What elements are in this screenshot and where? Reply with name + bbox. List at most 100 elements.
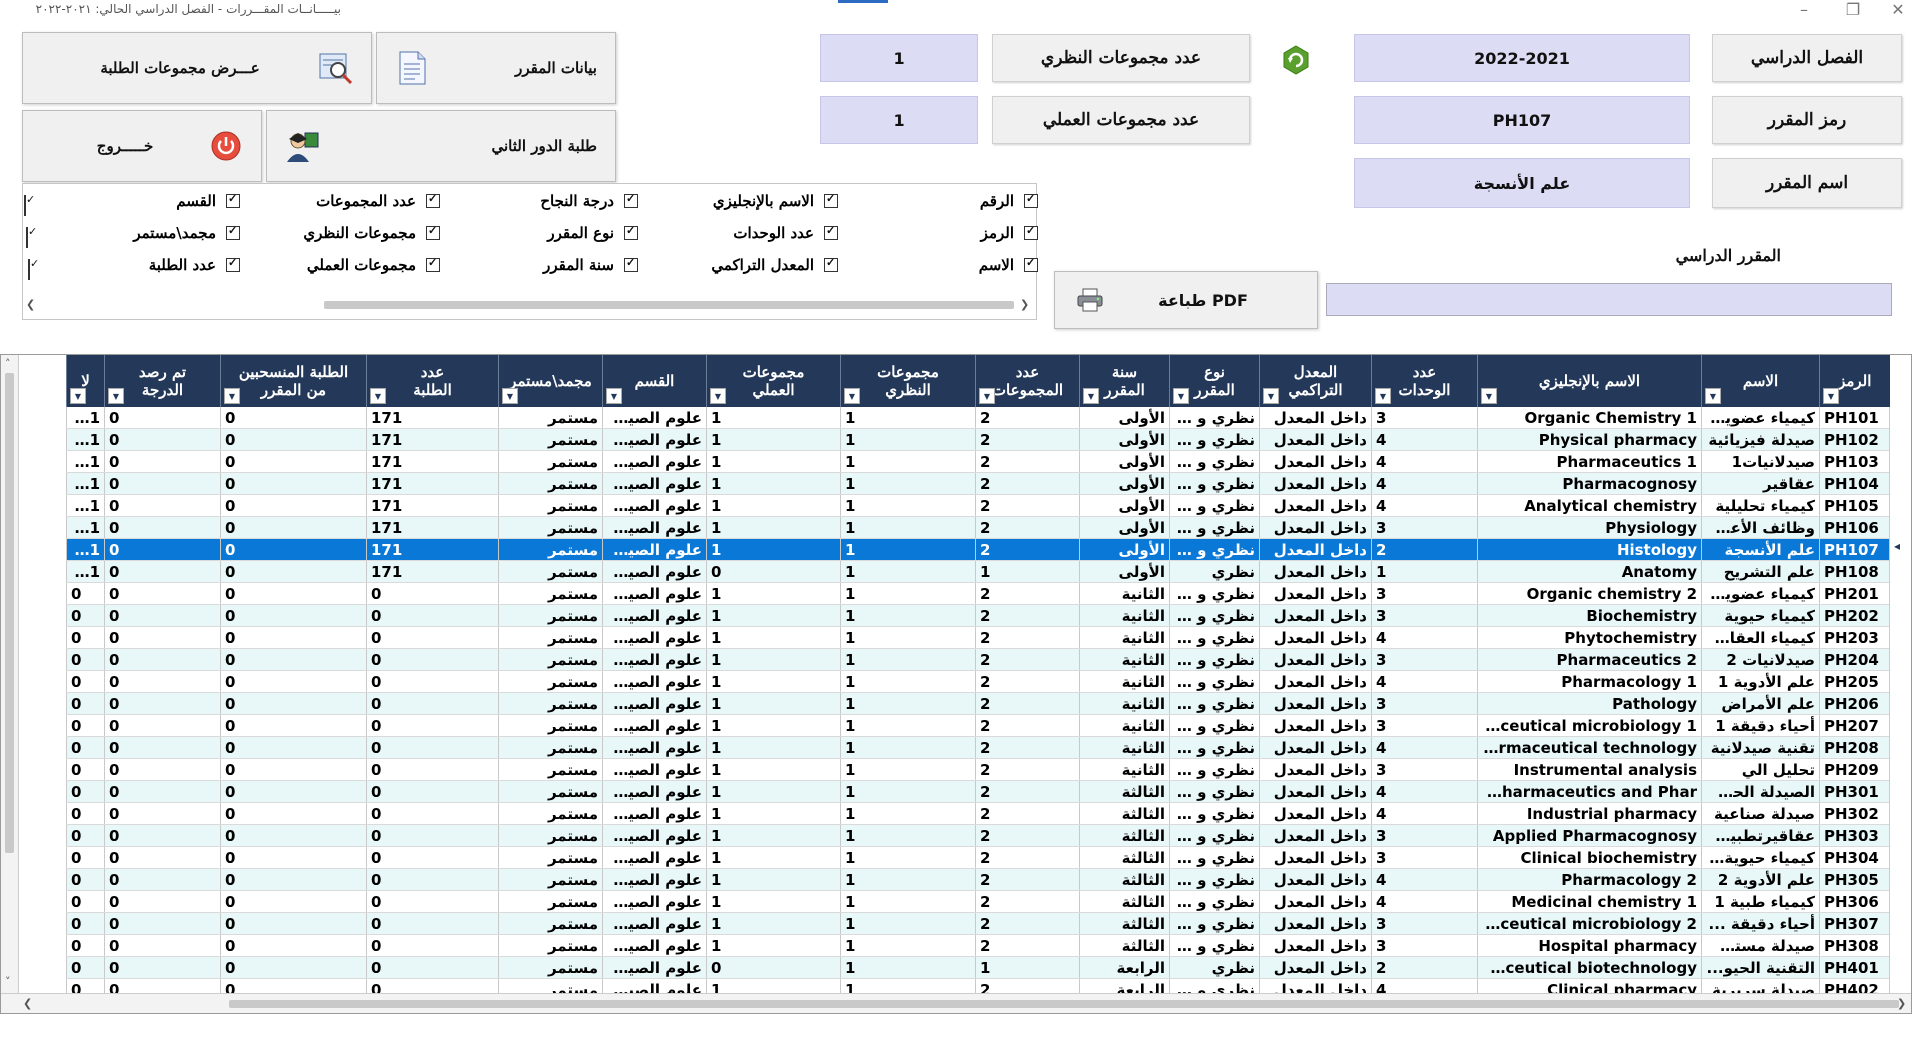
- table-cell[interactable]: 1: [706, 846, 841, 869]
- table-cell[interactable]: عقاقيرتطبيقية: [1701, 824, 1820, 847]
- table-cell[interactable]: 0: [104, 582, 221, 605]
- checkbox-check-icon[interactable]: [426, 224, 440, 240]
- filter-dropdown-icon[interactable]: ▼: [370, 388, 386, 404]
- table-cell[interactable]: تحليل الي: [1701, 758, 1820, 781]
- table-cell[interactable]: 1: [840, 538, 976, 561]
- table-cell[interactable]: 0: [66, 648, 105, 671]
- column-header[interactable]: عدد الوحدات ▼: [1371, 355, 1478, 407]
- table-cell[interactable]: 2: [975, 824, 1080, 847]
- table-cell[interactable]: علم التشريح: [1701, 560, 1820, 583]
- table-row[interactable]: PH104 عقاقير Pharmacognosy 4 داخل المعدل نظري…: [66, 472, 1890, 495]
- column-toggle-checkbox[interactable]: عدد الوحدات: [733, 224, 838, 242]
- table-cell[interactable]: مستمر: [498, 538, 603, 561]
- checkbox-check-icon[interactable]: [226, 256, 240, 272]
- table-cell[interactable]: علوم الصيدلة: [602, 868, 707, 891]
- column-header[interactable]: لا ▼: [66, 355, 105, 407]
- table-cell[interactable]: PH301: [1819, 780, 1890, 803]
- table-cell[interactable]: داخل المعدل: [1259, 626, 1372, 649]
- column-toggle-checkbox[interactable]: المعدل التراكمي: [711, 256, 838, 274]
- table-cell[interactable]: Analytical chemistry: [1477, 494, 1702, 517]
- filter-dropdown-icon[interactable]: ▼: [979, 388, 995, 404]
- filter-dropdown-icon[interactable]: ▼: [70, 388, 86, 404]
- table-cell[interactable]: 1: [706, 934, 841, 957]
- checkbox-check-icon[interactable]: [624, 192, 638, 208]
- table-cell[interactable]: نظري و عملي: [1169, 670, 1260, 693]
- table-cell[interactable]: علم الأنسجة: [1701, 538, 1820, 561]
- filter-dropdown-icon[interactable]: ▼: [1083, 388, 1099, 404]
- table-cell[interactable]: أحياء دقيقة ...: [1701, 912, 1820, 935]
- filter-dropdown-icon[interactable]: ▼: [1263, 388, 1279, 404]
- table-cell[interactable]: نظري و عملي: [1169, 890, 1260, 913]
- table-cell[interactable]: 0: [104, 780, 221, 803]
- table-cell[interactable]: الأولى: [1079, 407, 1170, 429]
- column-toggle-checkbox[interactable]: سنة المقرر: [543, 256, 638, 274]
- table-cell[interactable]: داخل المعدل: [1259, 648, 1372, 671]
- table-row[interactable]: PH208 تقنية صيدلانية Pharmaceutical techno…: [66, 736, 1890, 759]
- table-cell[interactable]: 171: [66, 494, 105, 517]
- table-cell[interactable]: PH208: [1819, 736, 1890, 759]
- table-cell[interactable]: 171: [66, 560, 105, 583]
- table-cell[interactable]: داخل المعدل: [1259, 934, 1372, 957]
- table-cell[interactable]: 3: [1371, 758, 1478, 781]
- table-cell[interactable]: نظري و عملي: [1169, 714, 1260, 737]
- table-cell[interactable]: 0: [104, 758, 221, 781]
- close-button[interactable]: ✕: [1878, 0, 1918, 22]
- table-cell[interactable]: نظري و عملي: [1169, 582, 1260, 605]
- table-cell[interactable]: 1: [706, 758, 841, 781]
- table-cell[interactable]: داخل المعدل: [1259, 824, 1372, 847]
- table-cell[interactable]: 2: [975, 670, 1080, 693]
- table-cell[interactable]: مستمر: [498, 714, 603, 737]
- table-row[interactable]: PH204 صيدلانيات 2 Pharmaceutics 2 3 داخل الم…: [66, 648, 1890, 671]
- table-cell[interactable]: 0: [66, 604, 105, 627]
- table-cell[interactable]: 0: [220, 868, 367, 891]
- table-cell[interactable]: 1: [706, 626, 841, 649]
- table-cell[interactable]: 0: [706, 956, 841, 979]
- table-row[interactable]: PH307أحياء دقيقة ...Pharmaceutical micro…: [66, 912, 1890, 935]
- table-cell[interactable]: 0: [220, 736, 367, 759]
- table-cell[interactable]: 0: [220, 912, 367, 935]
- table-cell[interactable]: PH205: [1819, 670, 1890, 693]
- table-cell[interactable]: 3: [1371, 582, 1478, 605]
- table-cell[interactable]: الأولى: [1079, 538, 1170, 561]
- table-cell[interactable]: داخل المعدل: [1259, 516, 1372, 539]
- table-cell[interactable]: مستمر: [498, 692, 603, 715]
- table-row[interactable]: PH303 عقاقيرتطبيقية Applied Pharmacognosy 3…: [66, 824, 1890, 847]
- table-cell[interactable]: 0: [66, 802, 105, 825]
- column-header[interactable]: الاسم ▼: [1701, 355, 1820, 407]
- table-cell[interactable]: 2: [975, 450, 1080, 473]
- table-row[interactable]: PH201 كيمياء عضوية 2 Organic chemistry 23د…: [66, 582, 1890, 605]
- table-cell[interactable]: 2: [1371, 538, 1478, 561]
- table-cell[interactable]: مستمر: [498, 560, 603, 583]
- table-cell[interactable]: علوم الصيدلة: [602, 472, 707, 495]
- table-cell[interactable]: كيمياء حيوية: [1701, 604, 1820, 627]
- table-cell[interactable]: Pharmaceutics 1: [1477, 450, 1702, 473]
- filter-dropdown-icon[interactable]: ▼: [108, 388, 124, 404]
- table-cell[interactable]: 1: [840, 934, 976, 957]
- table-cell[interactable]: علوم الصيدلة: [602, 428, 707, 451]
- table-cell[interactable]: PH102: [1819, 428, 1890, 451]
- table-cell[interactable]: نظري و عملي: [1169, 407, 1260, 429]
- table-cell[interactable]: داخل المعدل: [1259, 604, 1372, 627]
- table-cell[interactable]: PH103: [1819, 450, 1890, 473]
- table-cell[interactable]: Hospital pharmacy: [1477, 934, 1702, 957]
- table-cell[interactable]: نظري و عملي: [1169, 736, 1260, 759]
- table-cell[interactable]: الثانية: [1079, 582, 1170, 605]
- table-cell[interactable]: 0: [104, 407, 221, 429]
- table-cell[interactable]: 3: [1371, 934, 1478, 957]
- table-cell[interactable]: مستمر: [498, 494, 603, 517]
- table-cell[interactable]: 2: [975, 494, 1080, 517]
- table-cell[interactable]: 0: [104, 824, 221, 847]
- table-cell[interactable]: Clinical biochemistry: [1477, 846, 1702, 869]
- table-cell[interactable]: Instrumental analysis: [1477, 758, 1702, 781]
- table-cell[interactable]: 1: [840, 626, 976, 649]
- table-cell[interactable]: 3: [1371, 846, 1478, 869]
- filter-dropdown-icon[interactable]: ▼: [1481, 388, 1497, 404]
- table-cell[interactable]: 171: [66, 428, 105, 451]
- table-cell[interactable]: PH105: [1819, 494, 1890, 517]
- table-cell[interactable]: علوم الصيدلة: [602, 890, 707, 913]
- table-cell[interactable]: الثانية: [1079, 736, 1170, 759]
- table-cell[interactable]: 0: [366, 912, 499, 935]
- table-cell[interactable]: الثالثة: [1079, 780, 1170, 803]
- table-row[interactable]: PH306 كيمياء طبية 1 Medicinal chemistry 14…: [66, 890, 1890, 913]
- table-cell[interactable]: نظري و عملي: [1169, 824, 1260, 847]
